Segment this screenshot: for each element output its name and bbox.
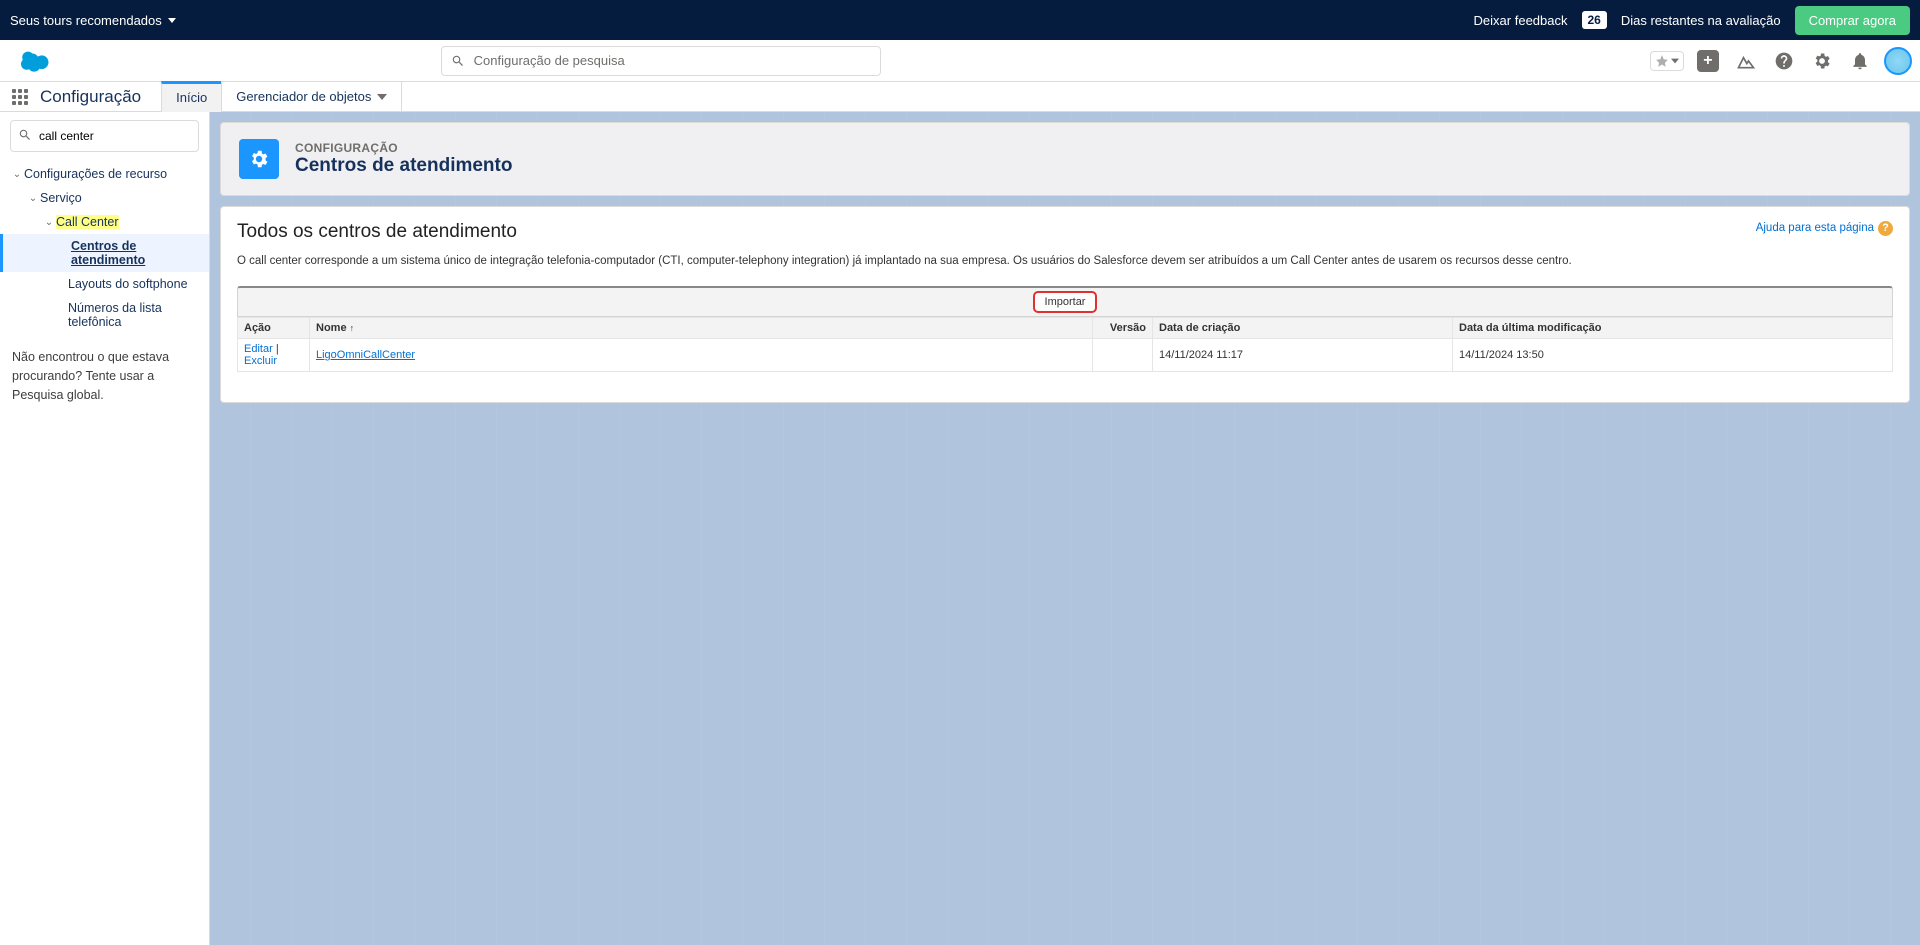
tree-group-feature-settings[interactable]: ⌄ Configurações de recurso [0,162,209,186]
tree-leaf-directory-numbers[interactable]: Números da lista telefônica [0,296,209,334]
page-eyebrow: CONFIGURAÇÃO [295,141,512,155]
help-icon[interactable] [1770,47,1798,75]
sort-ascending-icon: ↑ [350,323,355,333]
chevron-down-icon: ⌄ [10,169,24,180]
chevron-down-icon [377,92,387,102]
tab-object-manager[interactable]: Gerenciador de objetos [221,82,402,111]
caret-down-icon [168,18,176,23]
col-modified[interactable]: Data da última modificação [1453,318,1893,339]
cell-modified: 14/11/2024 13:50 [1453,339,1893,372]
page-header: CONFIGURAÇÃO Centros de atendimento [220,122,1910,196]
global-search-wrap [441,46,881,76]
salesforce-logo[interactable] [16,47,56,75]
setup-gear-icon[interactable] [1808,47,1836,75]
page-title: Centros de atendimento [295,155,512,177]
import-bar: Importar [237,286,1893,317]
gear-icon [239,139,279,179]
notifications-icon[interactable] [1846,47,1874,75]
col-action: Ação [238,318,310,339]
card-title: Todos os centros de atendimento [237,221,1893,243]
col-created[interactable]: Data de criação [1153,318,1453,339]
days-remaining-text: Dias restantes na avaliação [1621,13,1781,28]
global-header: + [0,40,1920,82]
tree-leaf-softphone-layouts[interactable]: Layouts do softphone [0,272,209,296]
quick-find-input[interactable] [10,120,199,152]
col-version[interactable]: Versão [1093,318,1153,339]
favorites-dropdown[interactable] [1650,51,1684,71]
global-add-button[interactable]: + [1694,47,1722,75]
search-icon [451,54,465,68]
user-avatar[interactable] [1884,47,1912,75]
global-search-input[interactable] [441,46,881,76]
help-for-page-link[interactable]: Ajuda para esta página? [1756,221,1893,236]
star-icon [1655,54,1669,68]
trailhead-icon[interactable] [1732,47,1760,75]
tours-label: Seus tours recomendados [10,13,162,28]
delete-link[interactable]: Excluir [244,355,277,367]
tab-home[interactable]: Início [161,81,221,111]
sidebar-help-text: Não encontrou o que estava procurando? T… [0,334,209,418]
app-launcher-button[interactable] [0,82,40,111]
call-center-name-link[interactable]: LigoOmniCallCenter [316,349,415,361]
chevron-down-icon [1671,57,1679,65]
buy-now-button[interactable]: Comprar agora [1795,6,1910,35]
cell-created: 14/11/2024 11:17 [1153,339,1453,372]
feedback-link[interactable]: Deixar feedback [1474,13,1568,28]
app-title: Configuração [40,82,161,111]
days-remaining-badge: 26 [1582,11,1607,29]
trial-bar: Seus tours recomendados Deixar feedback … [0,0,1920,40]
chevron-down-icon: ⌄ [42,217,56,228]
edit-link[interactable]: Editar [244,343,273,355]
call-centers-card: Todos os centros de atendimento Ajuda pa… [220,206,1910,403]
tours-dropdown[interactable]: Seus tours recomendados [10,13,176,28]
tree-group-call-center[interactable]: ⌄ Call Center [0,210,209,234]
main-content: CONFIGURAÇÃO Centros de atendimento Todo… [210,112,1920,945]
app-nav: Configuração Início Gerenciador de objet… [0,82,1920,112]
table-row: Editar | Excluir LigoOmniCallCenter 14/1… [238,339,1893,372]
call-centers-table: Ação Nome↑ Versão Data de criação Data d… [237,317,1893,372]
tree-group-service[interactable]: ⌄ Serviço [0,186,209,210]
help-icon: ? [1878,221,1893,236]
card-description: O call center corresponde a um sistema ú… [237,253,1893,270]
cell-version [1093,339,1153,372]
chevron-down-icon: ⌄ [26,193,40,204]
search-icon [18,128,32,142]
setup-sidebar: ⌄ Configurações de recurso ⌄ Serviço ⌄ C… [0,112,210,945]
col-name[interactable]: Nome↑ [310,318,1093,339]
tree-leaf-call-centers[interactable]: Centros de atendimento [0,234,209,272]
import-button[interactable]: Importar [1033,291,1098,313]
